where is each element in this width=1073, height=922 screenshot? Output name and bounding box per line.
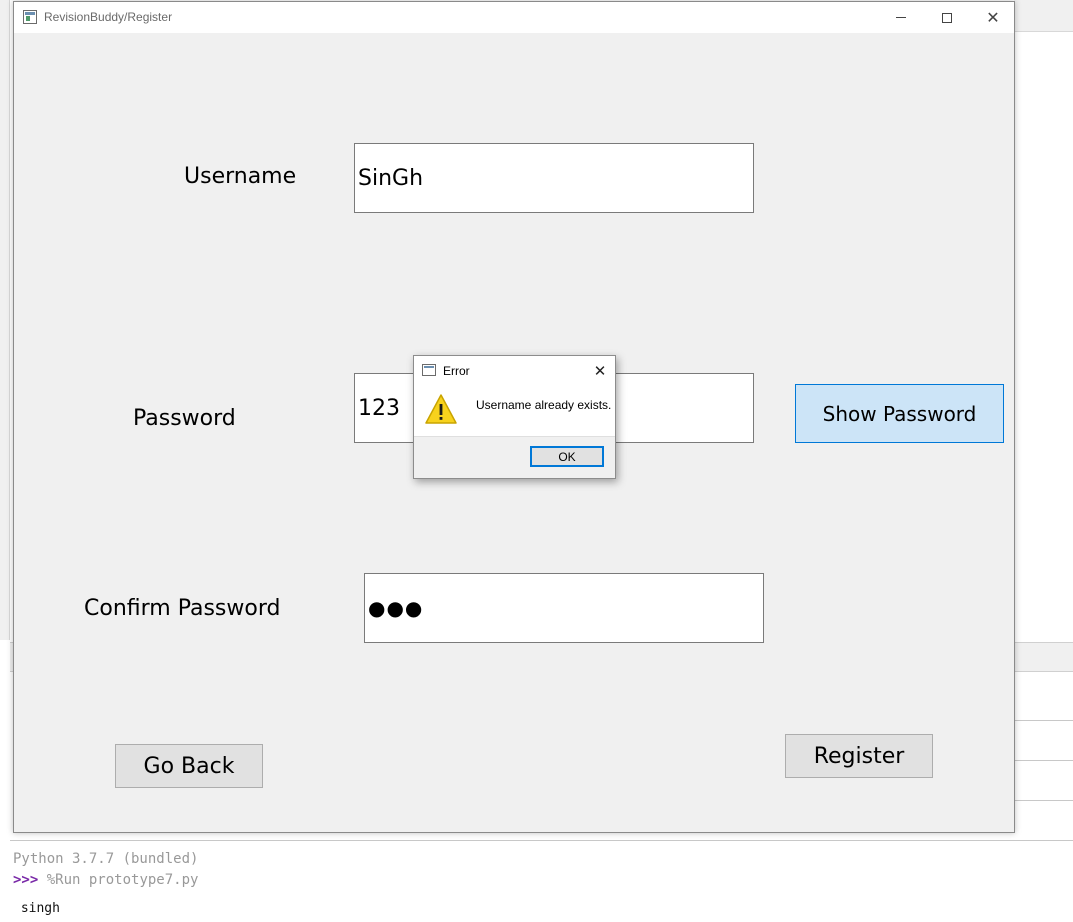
dialog-window-icon <box>422 364 436 376</box>
password-label: Password <box>133 406 236 431</box>
minimize-button[interactable] <box>878 2 924 33</box>
ide-left-panel-edge <box>0 0 10 640</box>
close-button[interactable]: ✕ <box>970 2 1016 33</box>
ide-shell-separator <box>10 840 1073 841</box>
warning-icon <box>425 394 457 424</box>
shell-output: singh <box>13 901 60 916</box>
username-input[interactable]: SinGh <box>354 143 754 213</box>
dialog-message: Username already exists. <box>476 398 612 412</box>
shell-version-line: Python 3.7.7 (bundled) <box>13 851 199 867</box>
window-title: RevisionBuddy/Register <box>44 10 173 24</box>
dialog-body: Username already exists. <box>414 385 615 436</box>
ide-divider <box>1014 720 1073 721</box>
shell-command-line[interactable]: >>> %Run prototype7.py <box>13 872 198 888</box>
maximize-icon <box>942 12 952 23</box>
close-icon: ✕ <box>593 362 607 380</box>
ide-divider <box>1014 760 1073 761</box>
dialog-title: Error <box>443 364 470 378</box>
close-icon: ✕ <box>986 7 1000 27</box>
ide-divider <box>1014 800 1073 801</box>
show-password-button[interactable]: Show Password <box>795 384 1004 443</box>
confirm-password-label: Confirm Password <box>84 596 281 621</box>
shell-prompt: >>> <box>13 872 39 888</box>
ok-button[interactable]: OK <box>530 446 604 467</box>
go-back-button[interactable]: Go Back <box>115 744 263 788</box>
ide-toolbar-strip <box>1014 0 1073 32</box>
shell-command: %Run prototype7.py <box>38 872 199 888</box>
app-window-icon <box>23 10 37 24</box>
maximize-button[interactable] <box>924 2 970 33</box>
dialog-close-button[interactable]: ✕ <box>588 360 612 382</box>
confirm-password-input[interactable]: ●●● <box>364 573 764 643</box>
dialog-titlebar[interactable]: Error ✕ <box>414 356 615 385</box>
username-label: Username <box>184 164 297 189</box>
register-button[interactable]: Register <box>785 734 933 778</box>
error-dialog: Error ✕ Username already exists. OK <box>413 355 616 479</box>
dialog-divider <box>414 436 615 437</box>
minimize-icon <box>896 17 906 18</box>
window-titlebar[interactable]: RevisionBuddy/Register ✕ <box>14 2 1014 33</box>
